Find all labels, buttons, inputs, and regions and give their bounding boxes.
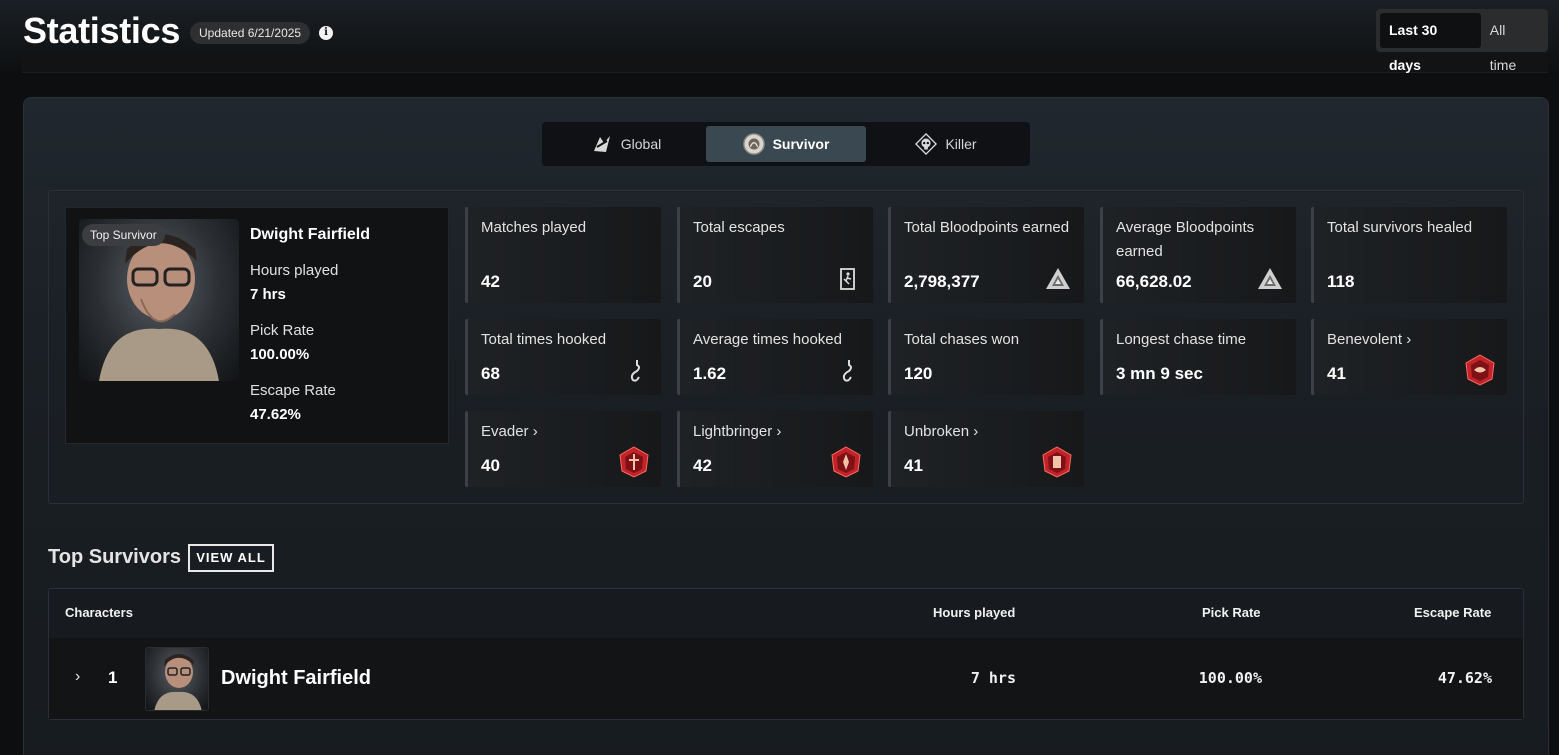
column-header-hours-played[interactable]: Hours played — [933, 605, 1015, 620]
stat-matches-played: Matches played 42 — [465, 207, 661, 303]
stat-label: Total survivors healed — [1327, 219, 1473, 236]
view-all-button[interactable]: VIEW ALL — [188, 544, 274, 572]
page-title: Statistics — [23, 10, 181, 51]
stat-value: 42 — [481, 272, 500, 291]
stat-label: Longest chase time — [1116, 331, 1247, 348]
escape-rate-label: Escape Rate — [250, 382, 336, 399]
stat-total-bloodpoints: Total Bloodpoints earned 2,798,377 — [888, 207, 1084, 303]
row-character-name: Dwight Fairfield — [221, 667, 371, 689]
stat-total-chases-won: Total chases won 120 — [888, 319, 1084, 395]
stat-value: 2,798,377 — [904, 272, 980, 291]
hours-played-value: 7 hrs — [250, 286, 286, 303]
tab-killer[interactable]: Killer — [866, 126, 1026, 162]
emblem-icon — [831, 446, 861, 478]
range-last-30-days-button[interactable]: Last 30 days — [1380, 13, 1481, 73]
stat-total-escapes: Total escapes 20 — [677, 207, 873, 303]
stat-average-bloodpoints: Average Bloodpoints earned 66,628.02 — [1100, 207, 1296, 303]
stat-value: 3 mn 9 sec — [1116, 364, 1203, 383]
tab-global-label: Global — [620, 136, 662, 152]
stat-label: Total escapes — [693, 219, 785, 236]
stat-label: Evader › — [481, 423, 538, 440]
row-escape-rate: 47.62% — [1437, 669, 1492, 687]
bloodpoints-icon — [1046, 268, 1070, 289]
exit-door-icon — [840, 268, 855, 290]
top-survivor-badge: Top Survivor — [82, 224, 165, 246]
pick-rate-label: Pick Rate — [250, 322, 315, 339]
stat-value: 41 — [904, 456, 923, 475]
tab-global[interactable]: Global — [546, 126, 706, 162]
bloodpoints-icon — [1258, 268, 1282, 289]
stat-value: 66,628.02 — [1116, 272, 1192, 291]
stat-label: Matches played — [481, 219, 587, 236]
stat-label: Unbroken › — [904, 423, 979, 440]
column-header-characters[interactable]: Characters — [65, 605, 133, 620]
emblem-icon — [1042, 446, 1072, 478]
top-survivor-name: Dwight Fairfield — [250, 226, 370, 243]
stat-evader[interactable]: Evader › 40 — [465, 411, 661, 487]
column-header-pick-rate[interactable]: Pick Rate — [1202, 605, 1261, 620]
stat-label: Average times hooked — [693, 331, 842, 348]
stat-value: 41 — [1327, 364, 1346, 383]
survivor-icon — [742, 133, 765, 155]
stat-value: 40 — [481, 456, 500, 475]
hook-icon — [630, 360, 640, 382]
stat-value: 42 — [693, 456, 712, 475]
global-icon — [591, 133, 613, 155]
stat-label: Total times hooked — [481, 331, 607, 348]
stat-label: Total chases won — [904, 331, 1020, 348]
tab-survivor[interactable]: Survivor — [706, 126, 866, 162]
stat-longest-chase-time: Longest chase time 3 mn 9 sec — [1100, 319, 1296, 395]
stat-total-survivors-healed: Total survivors healed 118 — [1311, 207, 1507, 303]
stat-average-times-hooked: Average times hooked 1.62 — [677, 319, 873, 395]
row-pick-rate: 100.00% — [1198, 669, 1262, 687]
stat-label: Average Bloodpoints earned — [1116, 219, 1255, 260]
stat-value: 20 — [693, 272, 712, 291]
role-tabs: Global Survivor Killer — [542, 122, 1030, 166]
stat-label: Benevolent › — [1327, 331, 1412, 348]
stat-value: 68 — [481, 364, 500, 383]
chevron-right-icon[interactable]: › — [75, 668, 80, 686]
tab-killer-label: Killer — [945, 136, 977, 152]
stat-label: Lightbringer › — [693, 423, 782, 440]
stat-total-times-hooked: Total times hooked 68 — [465, 319, 661, 395]
row-hours-played: 7 hrs — [970, 669, 1016, 687]
stat-lightbringer[interactable]: Lightbringer › 42 — [677, 411, 873, 487]
header-strip — [22, 56, 1548, 73]
hook-icon — [842, 360, 852, 382]
info-icon[interactable]: i — [319, 26, 333, 40]
stat-value: 118 — [1327, 272, 1355, 291]
stat-value: 120 — [904, 364, 933, 383]
escape-rate-value: 47.62% — [250, 406, 301, 423]
row-rank: 1 — [108, 668, 118, 687]
stat-benevolent[interactable]: Benevolent › 41 — [1311, 319, 1507, 395]
range-all-time-button[interactable]: All time — [1481, 13, 1544, 73]
emblem-icon — [1465, 354, 1495, 386]
pick-rate-value: 100.00% — [250, 346, 310, 363]
top-survivors-title: Top Survivors — [48, 546, 181, 568]
avatar — [145, 647, 209, 711]
date-range-toggle: Last 30 days All time — [1376, 9, 1548, 73]
updated-badge: Updated 6/21/2025 — [190, 22, 311, 44]
hours-played-label: Hours played — [250, 262, 339, 279]
killer-icon — [915, 132, 938, 156]
emblem-icon — [619, 446, 649, 478]
stat-unbroken[interactable]: Unbroken › 41 — [888, 411, 1084, 487]
stat-value: 1.62 — [693, 364, 727, 383]
column-header-escape-rate[interactable]: Escape Rate — [1414, 605, 1491, 620]
tab-survivor-label: Survivor — [772, 136, 830, 152]
stat-label: Total Bloodpoints earned — [904, 219, 1070, 236]
